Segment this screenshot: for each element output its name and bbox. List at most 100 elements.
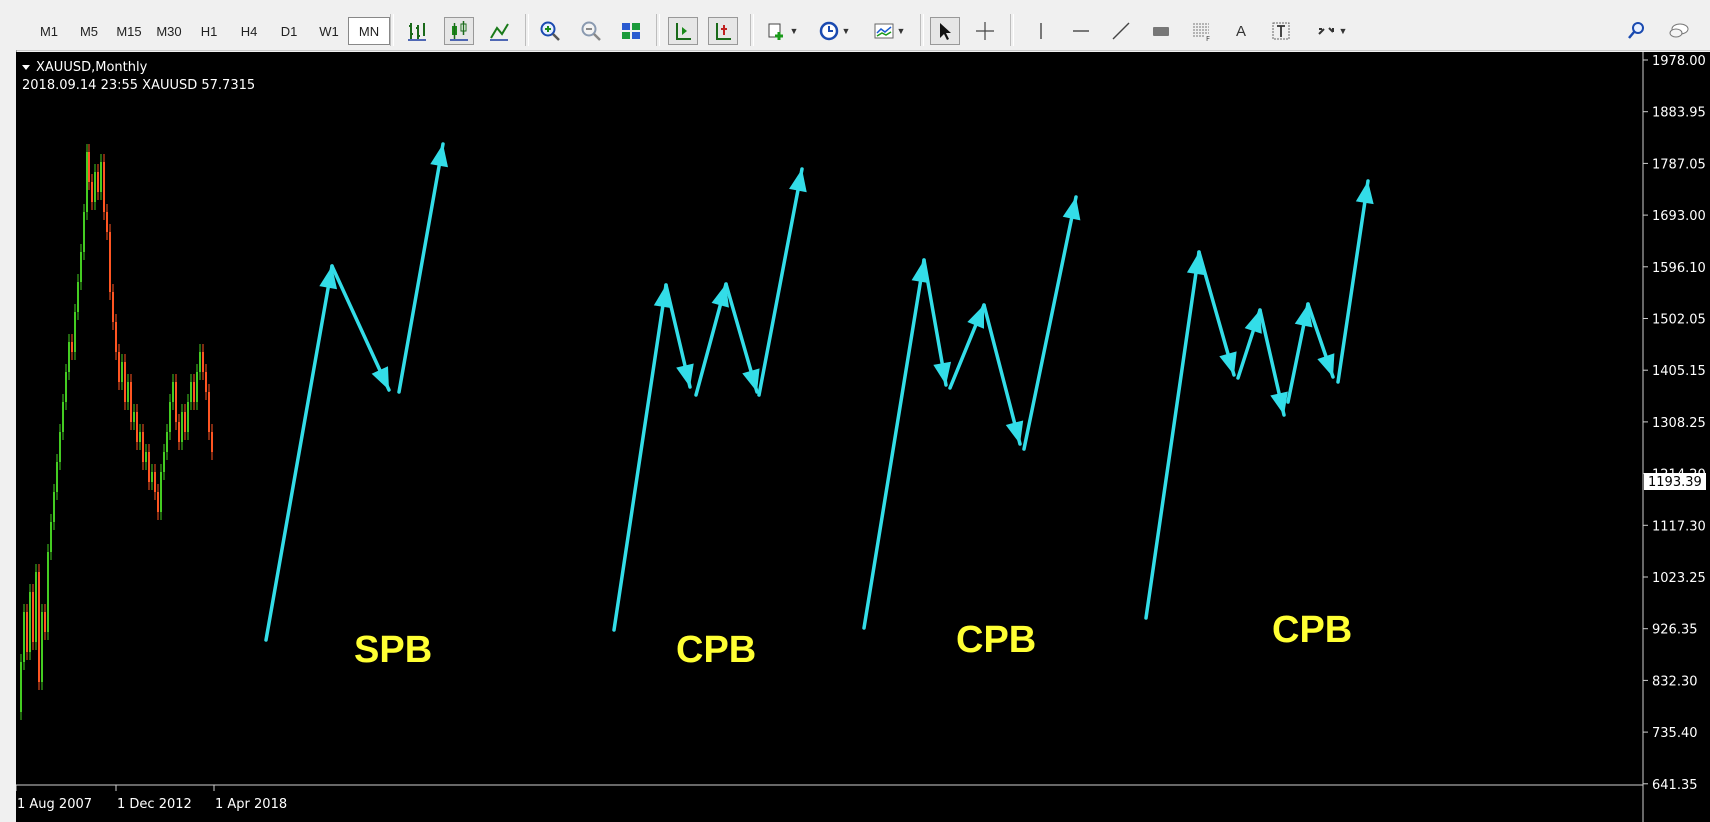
periods-dropdown[interactable]: ▼	[812, 17, 856, 45]
chat-icon[interactable]	[1664, 17, 1694, 45]
candle-body	[184, 412, 186, 432]
pattern-arrowhead	[742, 368, 760, 392]
pattern-arrowhead	[933, 361, 952, 385]
pattern-arrows	[264, 142, 1374, 642]
crosshair-icon[interactable]	[970, 17, 1000, 45]
templates-dropdown[interactable]: ▼	[866, 17, 912, 45]
text-label-icon[interactable]	[1266, 17, 1296, 45]
cursor-tool-icon[interactable]	[930, 17, 960, 45]
candle-body	[148, 452, 150, 482]
auto-scroll-icon[interactable]	[708, 17, 738, 45]
arrows-dropdown[interactable]: ▼	[1308, 17, 1354, 45]
candle-body	[142, 432, 144, 462]
line-chart-icon[interactable]	[484, 17, 514, 45]
price-axis-label: 1978.00	[1652, 54, 1706, 69]
zoom-in-icon[interactable]	[535, 17, 565, 45]
candle-body	[166, 432, 168, 452]
candle-body	[169, 402, 171, 432]
candle-body	[133, 412, 135, 422]
pattern-arrowhead	[430, 144, 449, 168]
candle-body	[20, 662, 22, 712]
pattern-arrowhead	[676, 363, 694, 387]
timeframe-m5-button[interactable]: M5	[68, 17, 110, 45]
timeframe-mn-button[interactable]: MN	[348, 17, 390, 45]
price-axis-label: 1117.30	[1652, 519, 1706, 534]
trendline-icon[interactable]	[1106, 17, 1136, 45]
candle-body	[103, 162, 105, 212]
candle-body	[193, 382, 195, 402]
candle-body	[160, 472, 162, 512]
timeframe-m15-button[interactable]: M15	[108, 17, 150, 45]
chart-menu-triangle-icon[interactable]	[22, 65, 30, 70]
tile-windows-icon[interactable]	[616, 17, 646, 45]
fibonacci-retracement-icon[interactable]: F	[1186, 17, 1216, 45]
bar-chart-icon[interactable]	[402, 17, 432, 45]
timeframe-m1-button[interactable]: M1	[28, 17, 70, 45]
pattern-label-spb: SPB	[354, 629, 432, 671]
pattern-arrow-line	[757, 167, 804, 397]
candle-body	[77, 282, 79, 312]
toolbar-separator	[750, 14, 754, 46]
pattern-arrow-line	[1022, 195, 1078, 451]
candle-body	[139, 432, 141, 442]
timeframe-w1-button[interactable]: W1	[308, 17, 350, 45]
date-axis: 1 Aug 2007 1 Dec 2012 1 Apr 2018	[16, 785, 287, 812]
vertical-line-icon[interactable]	[1026, 17, 1056, 45]
chart-shift-icon[interactable]	[668, 17, 698, 45]
candle-body	[130, 382, 132, 422]
candle-body	[91, 182, 93, 202]
zoom-out-icon[interactable]	[576, 17, 606, 45]
pattern-arrowhead	[371, 366, 389, 390]
candle-body	[205, 372, 207, 392]
chart-window[interactable]: 1978.00 1883.95 1787.05 1693.00 1596.10 1502.…	[16, 52, 1710, 822]
pattern-label-cpb: CPB	[1272, 609, 1352, 651]
candlestick-chart-icon[interactable]	[444, 17, 474, 45]
text-tool[interactable]: A	[1226, 17, 1256, 45]
search-icon[interactable]	[1622, 17, 1652, 45]
candles-group	[20, 144, 213, 720]
timeframe-h1-button[interactable]: H1	[188, 17, 230, 45]
add-indicator-icon	[768, 23, 783, 40]
candle-body	[136, 412, 138, 442]
price-axis-label: 1023.25	[1652, 571, 1706, 586]
candle-body	[196, 372, 198, 402]
pattern-label-cpb: CPB	[956, 619, 1036, 661]
price-chart[interactable]: 1978.00 1883.95 1787.05 1693.00 1596.10 1502.…	[16, 52, 1710, 822]
candle-body	[202, 352, 204, 372]
chevron-down-icon: ▼	[789, 26, 799, 36]
candle-body	[100, 162, 102, 192]
pattern-arrow-line	[264, 264, 334, 642]
price-axis-label: 1693.00	[1652, 209, 1706, 224]
chevron-down-icon: ▼	[1338, 26, 1348, 36]
main-toolbar: M1 M5 M15 M30 H1 H4 D1 W1 MN ▼ ▼ ▼ F A ▼	[0, 0, 1710, 51]
candle-body	[94, 172, 96, 202]
candle-body	[106, 212, 108, 232]
price-axis-label: 832.30	[1652, 674, 1698, 689]
symbol-timeframe-label: XAUUSD,Monthly	[36, 60, 148, 75]
price-axis-label: 735.40	[1652, 726, 1698, 741]
timeframe-h4-button[interactable]: H4	[228, 17, 270, 45]
price-axis-label: 1596.10	[1652, 261, 1706, 276]
candle-body	[83, 212, 85, 252]
date-axis-label: 1 Apr 2018	[215, 797, 287, 812]
horizontal-line-icon[interactable]	[1066, 17, 1096, 45]
pattern-arrow-line	[397, 142, 445, 394]
candle-body	[151, 472, 153, 482]
left-panel-edge	[0, 50, 17, 822]
indicators-dropdown[interactable]: ▼	[760, 17, 804, 45]
date-axis-label: 1 Dec 2012	[117, 797, 192, 812]
clock-icon	[819, 21, 838, 41]
chevron-down-icon: ▼	[896, 26, 906, 36]
timeframe-d1-button[interactable]: D1	[268, 17, 310, 45]
candle-body	[172, 382, 174, 402]
pattern-label-cpb: CPB	[676, 629, 756, 671]
candle-body	[35, 572, 37, 642]
candle-body	[88, 152, 90, 182]
candle-body	[56, 462, 58, 492]
equidistant-channel-icon[interactable]	[1146, 17, 1176, 45]
candle-body	[71, 342, 73, 352]
candle-body	[190, 382, 192, 402]
pattern-arrowhead	[1317, 353, 1335, 377]
template-icon	[874, 23, 894, 39]
timeframe-m30-button[interactable]: M30	[148, 17, 190, 45]
